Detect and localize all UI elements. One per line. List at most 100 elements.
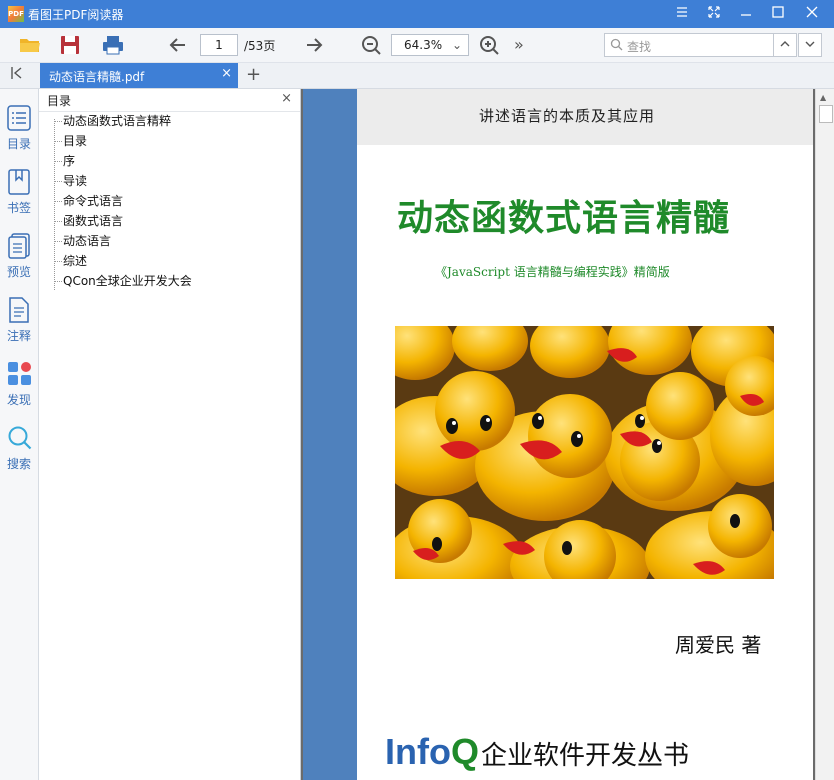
chevron-up-icon [780, 41, 790, 47]
toc-item[interactable]: 函数式语言 [63, 211, 123, 231]
page-total: /53页 [244, 39, 276, 53]
toc-item[interactable]: 动态函数式语言精粹 [63, 111, 171, 131]
book-author: 周爱民 著 [675, 633, 762, 657]
rail-item-search[interactable]: 搜索 [0, 419, 38, 479]
next-page-button[interactable] [302, 33, 326, 57]
zoom-in-icon [480, 36, 499, 55]
zoom-in-button[interactable] [477, 33, 501, 57]
toc-tree-tick [54, 221, 62, 223]
publisher-series: 企业软件开发丛书 [481, 741, 690, 771]
maximize-icon [772, 6, 784, 18]
book-title: 动态函数式语言精髓 [397, 198, 731, 239]
title-bar: PDF 看图王PDF阅读器 [0, 0, 834, 28]
page-header-text: 讲述语言的本质及其应用 [478, 107, 655, 125]
folder-icon [20, 39, 40, 52]
save-button[interactable] [58, 33, 82, 57]
chevron-down-icon [805, 41, 815, 47]
toc-item[interactable]: 综述 [63, 251, 87, 271]
scroll-up-arrow-icon[interactable]: ▲ [820, 93, 826, 102]
zoom-out-icon [362, 36, 381, 55]
book-subtitle: 《JavaScript 语言精髓与编程实践》精简版 [435, 265, 670, 279]
printer-icon [103, 36, 123, 55]
search-icon [610, 38, 623, 51]
minimize-button[interactable] [730, 0, 762, 28]
toc-item[interactable]: 目录 [63, 131, 87, 151]
page-number-input[interactable]: 1 [200, 34, 238, 56]
toc-item[interactable]: QCon全球企业开发大会 [63, 271, 192, 291]
rail-label: 书签 [6, 201, 31, 215]
toolbar: 1 /53页 64.3% ⌄ » 查找 [0, 28, 834, 63]
cover-image-rubber-ducks [395, 326, 774, 579]
list-icon [7, 105, 31, 131]
fullscreen-button[interactable] [698, 0, 730, 28]
menu-icon [677, 7, 687, 17]
toc-item[interactable]: 命令式语言 [63, 191, 123, 211]
toc-tree-tick [54, 161, 62, 163]
page-side-stripe [303, 89, 357, 780]
preview-icon [8, 233, 30, 259]
search-icon [8, 426, 32, 450]
toc-item[interactable]: 动态语言 [63, 231, 111, 251]
search-next-button[interactable] [798, 33, 822, 57]
rail-item-discover[interactable]: 发现 [0, 355, 38, 415]
zoom-out-button[interactable] [359, 33, 383, 57]
chevron-down-icon: ⌄ [451, 38, 462, 52]
toc-tree-tick [54, 141, 62, 143]
tab-bar: 动态语言精髓.pdf × + [0, 63, 834, 89]
discover-icon [8, 362, 31, 385]
add-tab-button[interactable]: + [246, 64, 261, 85]
rail-item-preview[interactable]: 预览 [0, 227, 38, 287]
infoq-logo-text: Info [385, 731, 451, 772]
prev-page-button[interactable] [166, 33, 190, 57]
page-header-band: 讲述语言的本质及其应用 [357, 89, 813, 145]
toc-tree-tick [54, 121, 62, 123]
more-tools-button[interactable]: » [514, 33, 538, 57]
open-file-button[interactable] [18, 33, 42, 57]
rail-label: 目录 [6, 137, 31, 151]
document-viewer[interactable]: 讲述语言的本质及其应用 动态函数式语言精髓 《JavaScript 语言精髓与编… [301, 89, 815, 780]
close-window-button[interactable] [796, 0, 828, 28]
maximize-button[interactable] [762, 0, 794, 28]
tab-document[interactable]: 动态语言精髓.pdf × [40, 63, 238, 88]
toc-tree-tick [54, 181, 62, 183]
left-rail: 目录 书签 预览 注释 发现 搜索 [0, 89, 39, 780]
search-input[interactable]: 查找 [604, 33, 774, 57]
toc-close-button[interactable]: × [281, 91, 292, 106]
infoq-logo: InfoQ [385, 731, 479, 772]
arrow-right-icon [307, 38, 323, 52]
collapse-sidebar-button[interactable] [10, 66, 24, 84]
menu-button[interactable] [666, 0, 698, 28]
fullscreen-icon [708, 6, 720, 18]
toc-item[interactable]: 序 [63, 151, 75, 171]
rail-label: 搜索 [6, 457, 31, 471]
toc-tree-tick [54, 261, 62, 263]
scroll-thumb[interactable] [819, 105, 833, 123]
publisher-line: InfoQ企业软件开发丛书 [385, 731, 690, 772]
arrow-left-icon [169, 38, 185, 52]
toc-header: 目录 × [39, 89, 300, 112]
minimize-icon [741, 14, 751, 16]
vertical-scrollbar[interactable]: ▲ [815, 89, 834, 780]
pdf-page: 讲述语言的本质及其应用 动态函数式语言精髓 《JavaScript 语言精髓与编… [303, 89, 813, 780]
zoom-value: 64.3% [404, 38, 443, 52]
save-icon [61, 36, 79, 54]
rubber-duck-image [395, 326, 774, 579]
toc-item[interactable]: 导读 [63, 171, 87, 191]
app-logo: PDF [8, 6, 24, 22]
search-prev-button[interactable] [773, 33, 797, 57]
rail-label: 预览 [6, 265, 31, 279]
close-icon [806, 6, 818, 18]
toc-tree-tick [54, 201, 62, 203]
toc-panel: 目录 × 动态函数式语言精粹 目录 序 导读 命令式语言 函数式语言 动态语言 … [39, 89, 301, 780]
app-title: 看图王PDF阅读器 [28, 8, 124, 22]
toc-title: 目录 [47, 94, 72, 108]
print-button[interactable] [101, 33, 125, 57]
tab-close-button[interactable]: × [221, 66, 232, 81]
rail-item-notes[interactable]: 注释 [0, 291, 38, 351]
rail-item-bookmarks[interactable]: 书签 [0, 163, 38, 223]
zoom-select[interactable]: 64.3% ⌄ [391, 34, 469, 56]
rail-item-toc[interactable]: 目录 [0, 99, 38, 159]
toc-tree-tick [54, 281, 62, 283]
bookmark-icon [8, 169, 30, 195]
rail-label: 发现 [6, 393, 31, 407]
